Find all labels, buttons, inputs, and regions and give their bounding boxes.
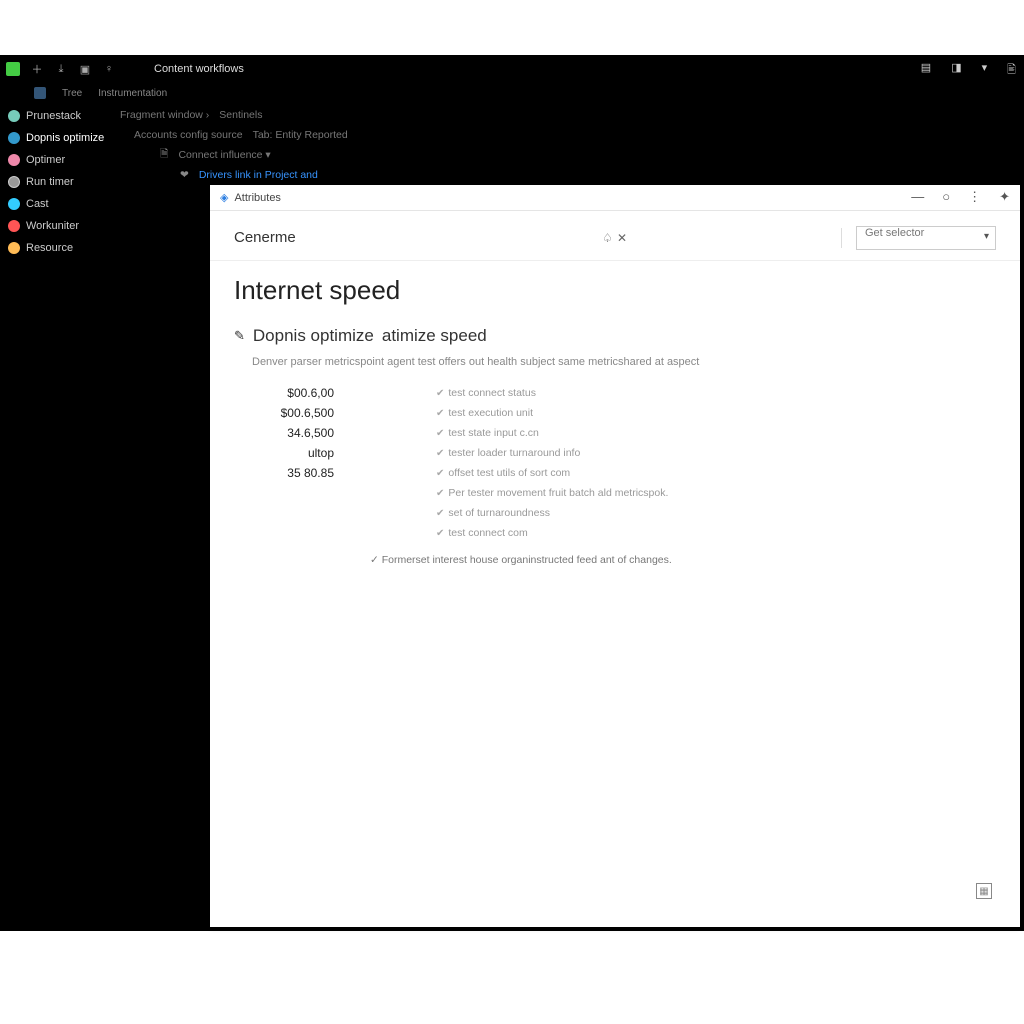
close-icon[interactable]: ✕	[617, 231, 627, 245]
sidebar-item-label: Optimer	[26, 154, 65, 166]
sidebar-item-label: Resource	[26, 242, 73, 254]
bell-icon[interactable]: ♤	[602, 231, 613, 245]
table-row: 34.6,500✔test state input c.cn	[254, 424, 668, 442]
sidebar-item-cast[interactable]: Cast	[6, 193, 206, 215]
top-toolbar: ＋ ⤓ ▣ ♀ Content workflows ▤ ◨ ▾ 🖹	[0, 55, 1024, 83]
expand-icon[interactable]: ▦	[976, 883, 992, 899]
page-title: Internet speed	[234, 275, 996, 306]
sidebar-item-label: Workuniter	[26, 220, 79, 232]
table-row: ultop✔tester loader turnaround info	[254, 444, 668, 462]
tree-row[interactable]: Fragment window › Sentinels	[120, 105, 520, 125]
breadcrumb[interactable]: Attributes	[234, 192, 280, 204]
table-row: ✔Per tester movement fruit batch ald met…	[254, 484, 668, 502]
sidebar-item-label: Run timer	[26, 176, 74, 188]
layout-icon[interactable]: ◨	[951, 61, 961, 80]
chevron-down-icon: ❤	[180, 169, 189, 181]
table-row: $00.6,00✔test connect status	[254, 384, 668, 402]
table-row: 35 80.85✔offset test utils of sort com	[254, 464, 668, 482]
tab-icon	[34, 87, 46, 99]
maximize-button[interactable]: ○	[942, 189, 950, 205]
selector-dropdown[interactable]: Get selector	[856, 226, 996, 250]
tree-row[interactable]: Accounts config source Tab: Entity Repor…	[120, 125, 520, 145]
detail-pane: ◈ Attributes — ○ ⋮ ✦ Cenerme ♤ ✕ Get sel…	[210, 185, 1020, 927]
tab-row: Tree Instrumentation	[0, 83, 1024, 103]
page-icon: 🗎	[160, 146, 168, 164]
app-window: ＋ ⤓ ▣ ♀ Content workflows ▤ ◨ ▾ 🖹 Tree I…	[0, 55, 1024, 931]
page-owner: Cenerme	[234, 229, 296, 246]
help-button[interactable]: ✦	[999, 189, 1010, 205]
dropdown-label: Get selector	[865, 227, 924, 239]
metrics-table: $00.6,00✔test connect status $00.6,500✔t…	[252, 382, 996, 566]
tab-instrumentation[interactable]: Instrumentation	[98, 88, 167, 99]
sidebar-item-resource[interactable]: Resource	[6, 237, 206, 259]
tree-row-link[interactable]: ❤ Drivers link in Project and	[120, 165, 520, 185]
tree-row[interactable]: 🗎 Connect influence ▾	[120, 145, 520, 165]
sidebar-item-label: Dopnis optimize	[26, 132, 104, 144]
panel-icon[interactable]: ▤	[921, 61, 931, 80]
save-icon[interactable]: 🖹	[1007, 61, 1016, 80]
sidebar-item-label: Prunestack	[26, 110, 81, 122]
divider	[841, 228, 842, 248]
chat-icon[interactable]: ▣	[78, 62, 92, 76]
detail-titlebar: ◈ Attributes — ○ ⋮ ✦	[210, 185, 1020, 211]
toolbar-title: Content workflows	[154, 63, 244, 75]
sidebar-item-label: Cast	[26, 198, 49, 210]
app-icon	[6, 62, 20, 76]
summary-line: ✓ Formerset interest house organinstruct…	[370, 554, 996, 566]
section-heading: ✎ Dopnis optimize atimize speed	[234, 326, 996, 346]
table-row: ✔test connect com	[254, 524, 668, 542]
tree-path: Fragment window › Sentinels Accounts con…	[120, 105, 520, 185]
tab-tree[interactable]: Tree	[62, 88, 82, 99]
sidebar-item-workuniter[interactable]: Workuniter	[6, 215, 206, 237]
more-button[interactable]: ⋮	[968, 189, 981, 205]
bulb-icon[interactable]: ♀	[102, 62, 116, 76]
more-icon[interactable]: ▾	[982, 61, 988, 80]
minimize-button[interactable]: —	[911, 189, 924, 205]
download-icon[interactable]: ⤓	[54, 62, 68, 76]
table-row: $00.6,500✔test execution unit	[254, 404, 668, 422]
section-description: Denver parser metricspoint agent test of…	[252, 356, 996, 368]
content-area: Internet speed ✎ Dopnis optimize atimize…	[210, 261, 1020, 566]
edit-icon[interactable]: ✎	[234, 328, 245, 344]
back-icon[interactable]: ◈	[220, 191, 228, 204]
plus-icon[interactable]: ＋	[30, 62, 44, 76]
detail-header: Cenerme ♤ ✕ Get selector	[210, 215, 1020, 261]
table-row: ✔set of turnaroundness	[254, 504, 668, 522]
